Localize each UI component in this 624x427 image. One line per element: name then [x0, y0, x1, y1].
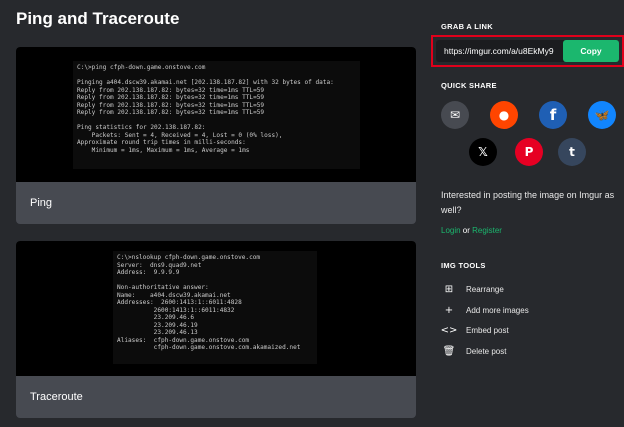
x-share-button[interactable]: 𝕏	[469, 138, 497, 166]
terminal-screenshot-traceroute: C:\>nslookup cfph-down.game.onstove.com S…	[113, 251, 317, 364]
terminal-line: cfph-down.game.onstove.com.akamaized.net	[117, 344, 301, 351]
pinterest-icon: P	[524, 145, 534, 159]
terminal-line: 2600:1413:1::6011:4832	[117, 306, 235, 314]
terminal-line: Name: a404.dscw39.akamai.net	[117, 291, 231, 299]
terminal-screenshot-ping: C:\>ping cfph-down.game.onstove.com Ping…	[73, 61, 360, 169]
reddit-icon: ●	[498, 108, 510, 122]
mail-share-button[interactable]: ✉	[441, 101, 469, 129]
page-title: Ping and Traceroute	[16, 9, 180, 28]
reddit-share-button[interactable]: ●	[490, 101, 518, 129]
mail-icon: ✉	[449, 108, 461, 122]
tool-rearrange[interactable]: ⊞ Rearrange	[441, 282, 504, 296]
post-caption: Ping	[30, 197, 53, 209]
terminal-line: 23.209.46.19	[117, 321, 198, 329]
post-caption: Traceroute	[30, 391, 83, 403]
link-field: https://imgur.com/a/u8EkMy9 Copy	[436, 40, 619, 62]
terminal-line: Server: dns9.quad9.net	[117, 261, 202, 269]
terminal-line: Reply from 202.138.187.82: bytes=32 time…	[77, 101, 265, 109]
terminal-line: Non-authoritative answer:	[117, 284, 209, 291]
login-link[interactable]: Login	[441, 226, 461, 235]
grab-link-title: GRAB A LINK	[441, 22, 493, 31]
pinterest-share-button[interactable]: P	[515, 138, 543, 166]
rearrange-icon: ⊞	[444, 283, 454, 295]
tool-label: Add more images	[466, 305, 529, 315]
sidebar: GRAB A LINK https://imgur.com/a/u8EkMy9 …	[431, 0, 624, 427]
terminal-line: Packets: Sent = 4, Received = 4, Lost = …	[77, 131, 283, 139]
terminal-line: 23.209.46.6	[117, 314, 195, 321]
embed-icon: <>	[440, 324, 458, 336]
terminal-line: Minimum = 1ms, Maximum = 1ms, Average = …	[77, 146, 250, 154]
terminal-line: Reply from 202.138.187.82: bytes=32 time…	[77, 86, 265, 94]
tumblr-share-button[interactable]: t	[558, 138, 586, 166]
tool-label: Rearrange	[466, 284, 504, 294]
bluesky-share-button[interactable]: 🦋	[588, 101, 616, 129]
plus-icon: +	[444, 304, 454, 316]
terminal-line: Reply from 202.138.187.82: bytes=32 time…	[77, 109, 265, 116]
bluesky-icon: 🦋	[594, 108, 610, 122]
interested-text: Interested in posting the image on Imgur…	[441, 190, 615, 215]
terminal-line: Address: 9.9.9.9	[117, 269, 180, 276]
tool-delete-post[interactable]: 🗑 Delete post	[441, 344, 507, 358]
post-card-ping[interactable]: C:\>ping cfph-down.game.onstove.com Ping…	[16, 47, 416, 224]
terminal-line: C:\>nslookup cfph-down.game.onstove.com	[117, 254, 261, 261]
register-link[interactable]: Register	[472, 226, 502, 235]
terminal-line: Approximate round trip times in milli-se…	[77, 139, 246, 146]
tool-embed-post[interactable]: <> Embed post	[441, 323, 509, 337]
tool-add-more-images[interactable]: + Add more images	[441, 303, 529, 317]
terminal-line: C:\>ping cfph-down.game.onstove.com	[77, 64, 206, 71]
img-tools-title: IMG TOOLS	[441, 261, 486, 270]
trash-icon: 🗑	[442, 345, 456, 357]
x-icon: 𝕏	[478, 145, 488, 159]
terminal-line: Addresses: 2600:1413:1::6011:4828	[117, 299, 242, 306]
terminal-line: 23.209.46.13	[117, 329, 198, 336]
post-image[interactable]: C:\>ping cfph-down.game.onstove.com Ping…	[16, 47, 416, 182]
terminal-line: Aliases: cfph-down.game.onstove.com	[117, 336, 250, 344]
facebook-share-button[interactable]: f	[539, 101, 567, 129]
copy-button[interactable]: Copy	[563, 40, 619, 62]
tool-label: Embed post	[466, 325, 509, 335]
tool-label: Delete post	[466, 346, 507, 356]
quick-share-title: QUICK SHARE	[441, 81, 497, 90]
post-card-traceroute[interactable]: C:\>nslookup cfph-down.game.onstove.com S…	[16, 241, 416, 418]
link-url-input[interactable]: https://imgur.com/a/u8EkMy9	[436, 46, 563, 56]
facebook-icon: f	[549, 106, 557, 124]
terminal-line: Ping statistics for 202.138.187.82:	[77, 124, 206, 131]
link-box: https://imgur.com/a/u8EkMy9 Copy	[431, 35, 624, 67]
terminal-line: Reply from 202.138.187.82: bytes=32 time…	[77, 94, 265, 101]
tumblr-icon: t	[569, 145, 575, 159]
or-text: or	[460, 226, 473, 235]
auth-links: Login or Register	[441, 226, 502, 235]
terminal-line: Pinging a404.dscw39.akamai.net [202.138.…	[77, 79, 334, 86]
post-image[interactable]: C:\>nslookup cfph-down.game.onstove.com S…	[16, 241, 416, 376]
